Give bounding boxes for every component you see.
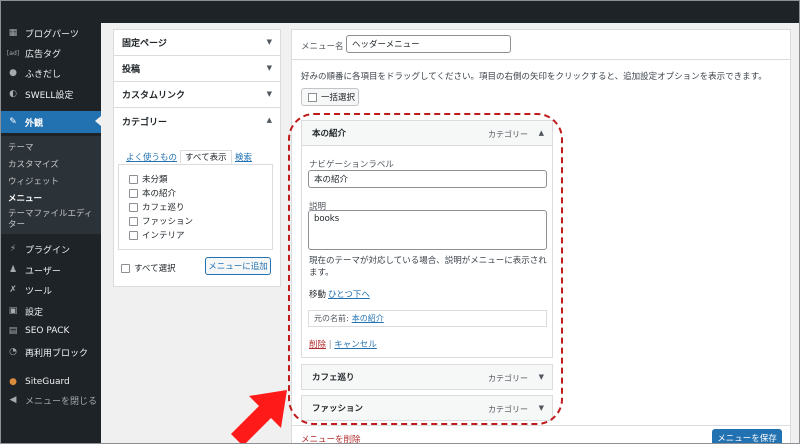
- checkbox[interactable]: [129, 216, 138, 226]
- tab-view-all[interactable]: すべて表示: [180, 150, 232, 164]
- plug-icon: ⚡: [9, 244, 17, 254]
- category-checkbox-cafe[interactable]: カフェ巡り: [129, 201, 185, 213]
- checkbox-label: 未分類: [142, 175, 168, 185]
- category-checkbox-uncategorized[interactable]: 未分類: [129, 173, 168, 185]
- admin-bar: [101, 1, 799, 23]
- submenu-theme-editor[interactable]: テーマファイルエディター: [8, 209, 98, 231]
- accordion-posts[interactable]: 投稿 ▼: [114, 56, 280, 82]
- admin-sidebar: ▦ ブログパーツ [ad] 広告タグ ● ふきだし ◐ SWELL設定 ✎ 外観 テーマ …: [1, 1, 101, 443]
- accordion-custom-links[interactable]: カスタムリンク ▼: [114, 82, 280, 108]
- accordion-title: 固定ページ: [122, 39, 167, 49]
- sidebar-item-seo-pack[interactable]: ▤ SEO PACK: [1, 321, 101, 341]
- add-to-menu-button[interactable]: メニューに追加: [205, 257, 271, 275]
- sidebar-item-label: 広告タグ: [25, 49, 62, 60]
- sidebar-item-label: ツール: [25, 286, 53, 297]
- speech-bubble-icon: ●: [9, 68, 17, 78]
- checkbox-label: カフェ巡り: [142, 203, 185, 213]
- accordion-title: 投稿: [122, 65, 141, 75]
- checkbox[interactable]: [129, 174, 138, 184]
- sidebar-item-blog-parts[interactable]: ▦ ブログパーツ: [1, 23, 101, 43]
- accordion-title: カスタムリンク: [122, 91, 186, 101]
- sidebar-item-label: 外観: [25, 118, 44, 129]
- sidebar-item-appearance[interactable]: ✎ 外観: [1, 111, 101, 133]
- caret-down-icon: ▼: [266, 90, 272, 98]
- appearance-submenu: テーマ カスタマイズ ウィジェット メニュー テーマファイルエディター: [1, 136, 101, 234]
- submenu-menus[interactable]: メニュー: [8, 192, 42, 204]
- caret-down-icon: ▼: [266, 64, 272, 72]
- checkbox-label: ファッション: [142, 217, 194, 227]
- select-all-checkbox[interactable]: すべて選択: [121, 262, 176, 274]
- submenu-widgets[interactable]: ウィジェット: [8, 175, 59, 187]
- reuse-icon: ◔: [9, 347, 17, 357]
- button-label: 一括選択: [321, 93, 356, 103]
- sidebar-item-label: ふきだし: [25, 69, 62, 80]
- checkbox[interactable]: [129, 202, 138, 212]
- accordion-categories[interactable]: カテゴリー ▲: [114, 108, 280, 134]
- collapse-icon: ◀: [9, 395, 17, 405]
- delete-menu-link[interactable]: メニューを削除: [301, 433, 361, 443]
- checkbox-label: 本の紹介: [142, 189, 177, 199]
- sidebar-item-users[interactable]: ♟ ユーザー: [1, 260, 101, 280]
- sidebar-item-plugins[interactable]: ⚡ プラグイン: [1, 239, 101, 259]
- checkbox[interactable]: [308, 92, 317, 102]
- accordion-title: カテゴリー: [122, 117, 168, 128]
- caret-down-icon: ▼: [266, 38, 272, 46]
- menu-name-input[interactable]: ヘッダーメニュー: [346, 35, 511, 53]
- grid-icon: ▦: [8, 28, 18, 38]
- divider: [291, 425, 791, 426]
- menu-name-label: メニュー名: [301, 42, 344, 52]
- screenshot-frame: ▦ ブログパーツ [ad] 広告タグ ● ふきだし ◐ SWELL設定 ✎ 外観 テーマ …: [0, 0, 800, 444]
- sidebar-collapse-menu[interactable]: ◀ メニューを閉じる: [1, 390, 101, 410]
- sidebar-item-label: プラグイン: [25, 245, 71, 256]
- sidebar-item-ad-tag[interactable]: [ad] 広告タグ: [1, 43, 101, 63]
- checkbox[interactable]: [129, 188, 138, 198]
- submenu-theme[interactable]: テーマ: [8, 141, 34, 153]
- bulk-select-button[interactable]: 一括選択: [301, 88, 359, 106]
- category-checkbox-fashion[interactable]: ファッション: [129, 215, 193, 227]
- red-arrow-icon: [231, 390, 287, 443]
- checkbox[interactable]: [129, 230, 138, 240]
- checkbox[interactable]: [121, 263, 130, 273]
- sidebar-item-label: SiteGuard: [25, 377, 70, 387]
- sidebar-item-label: ブログパーツ: [25, 29, 79, 40]
- seo-icon: ▤: [8, 326, 18, 336]
- sidebar-item-settings[interactable]: ▣ 設定: [1, 301, 101, 321]
- ad-icon: [ad]: [6, 49, 20, 57]
- sidebar-item-label: SWELL設定: [25, 90, 74, 101]
- checkbox-label: すべて選択: [134, 264, 176, 274]
- submenu-customize[interactable]: カスタマイズ: [8, 158, 59, 170]
- category-checkbox-interior[interactable]: インテリア: [129, 229, 185, 241]
- category-checklist: 未分類 本の紹介 カフェ巡り ファッション インテリア: [118, 164, 273, 250]
- sidebar-item-fukidashi[interactable]: ● ふきだし: [1, 63, 101, 83]
- sidebar-item-label: メニューを閉じる: [25, 396, 98, 407]
- sidebar-item-siteguard[interactable]: ● SiteGuard: [1, 372, 101, 392]
- checkbox-label: インテリア: [142, 231, 185, 241]
- user-icon: ♟: [8, 265, 18, 275]
- sidebar-item-label: ユーザー: [25, 266, 61, 277]
- sidebar-item-swell-settings[interactable]: ◐ SWELL設定: [1, 84, 101, 104]
- tab-search[interactable]: 検索: [231, 150, 256, 164]
- sidebar-item-reusable-blocks[interactable]: ◔ 再利用ブロック: [1, 342, 101, 362]
- siteguard-icon: ●: [9, 377, 17, 387]
- settings-icon: ▣: [8, 306, 18, 316]
- sidebar-item-label: 再利用ブロック: [25, 348, 89, 359]
- highlight-dashed-outline: [288, 113, 563, 425]
- caret-up-icon: ▲: [266, 116, 272, 124]
- divider: [291, 59, 791, 60]
- sidebar-item-label: 設定: [25, 307, 44, 318]
- wrench-icon: ✗: [9, 285, 17, 295]
- toggle-icon: ◐: [9, 89, 17, 99]
- accordion-pages[interactable]: 固定ページ ▼: [114, 30, 280, 56]
- sidebar-item-label: SEO PACK: [25, 326, 70, 336]
- tab-most-used[interactable]: よく使うもの: [122, 150, 181, 164]
- save-menu-button[interactable]: メニューを保存: [712, 429, 782, 443]
- sidebar-item-tools[interactable]: ✗ ツール: [1, 280, 101, 300]
- instructions-text: 好みの順番に各項目をドラッグしてください。項目の右側の矢印をクリックすると、追加…: [301, 72, 767, 82]
- category-checkbox-books[interactable]: 本の紹介: [129, 187, 176, 199]
- brush-icon: ✎: [9, 117, 17, 127]
